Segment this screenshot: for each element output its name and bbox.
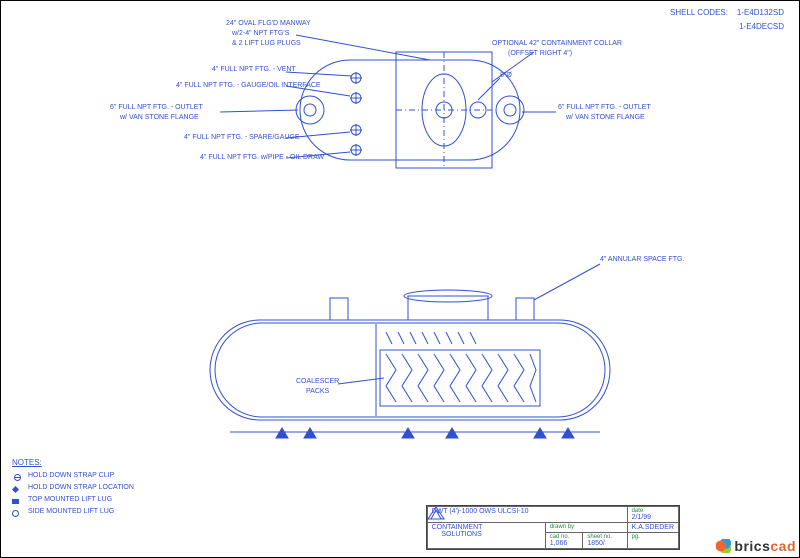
app-brand: bricscad	[714, 538, 796, 554]
callout-packs-1: COALESCER	[296, 378, 339, 385]
tb-date: 2/1/99	[632, 514, 674, 521]
callout-8dia: 8"Ø	[500, 72, 512, 79]
tb-sheet: 1850/	[587, 540, 622, 547]
callout-vent: 4" FULL NPT FTG. - VENT	[212, 66, 296, 73]
tb-company-2: SOLUTIONS	[441, 531, 481, 538]
callout-outlet-left: 6" FULL NPT FTG. - OUTLET	[110, 104, 203, 111]
tb-cad: 1,066	[550, 540, 579, 547]
legend-clip-icon	[14, 474, 21, 481]
callout-collar-1: OPTIONAL 42" CONTAINMENT COLLAR	[492, 40, 622, 47]
callout-collar-2: (OFFSET RIGHT 4")	[508, 50, 572, 57]
tb-title: DWT (4')-1000 OWS ULCSI-10	[432, 508, 529, 515]
tb-drawn: K.A.SDEDER	[632, 524, 674, 531]
tb-drawn-lbl: drawn by	[550, 524, 623, 530]
note-1: HOLD DOWN STRAP CLIP	[28, 472, 114, 479]
callout-outlet-right: 6" FULL NPT FTG. - OUTLET	[558, 104, 651, 111]
shell-code-2: 1-E4DECSD	[739, 22, 784, 31]
callout-vanstone-left: w/ VAN STONE FLANGE	[120, 114, 199, 121]
callout-manway-2: w/2-4" NPT FTG'S	[232, 30, 289, 37]
note-2: HOLD DOWN STRAP LOCATION	[28, 484, 134, 491]
shell-codes-label: SHELL CODES:	[670, 8, 728, 17]
tb-company-1: CONTAINMENT	[432, 524, 483, 531]
titleblock: DWT (4')-1000 OWS ULCSI-10 date2/1/99 CO…	[426, 505, 680, 550]
callout-vanstone-right: w/ VAN STONE FLANGE	[566, 114, 645, 121]
callout-packs-2: PACKS	[306, 388, 329, 395]
callout-manway-1: 24" OVAL FLG'D MANWAY	[226, 20, 311, 27]
legend-toplug-icon	[12, 498, 19, 505]
callout-oildraw: 4" FULL NPT FTG. w/PIPE - OIL DRAW	[200, 154, 324, 161]
shell-code-1: 1-E4D132SD	[737, 8, 784, 17]
callout-manway-3: & 2 LIFT LUG PLUGS	[232, 40, 301, 47]
legend-sidelug-icon	[12, 510, 19, 517]
drawing-canvas	[0, 0, 800, 558]
callout-annular: 4" ANNULAR SPACE FTG.	[600, 256, 684, 263]
notes-title: NOTES:	[12, 458, 42, 467]
brand-motif-icon	[716, 539, 732, 553]
legend-strap-icon	[12, 486, 19, 493]
callout-interface: 4" FULL NPT FTG. - GAUGE/OIL INTERFACE	[176, 82, 321, 89]
tb-page-lbl: pg.	[632, 534, 674, 540]
note-3: TOP MOUNTED LIFT LUG	[28, 496, 112, 503]
company-logo-icon	[427, 506, 445, 520]
note-4: SIDE MOUNTED LIFT LUG	[28, 508, 114, 515]
callout-gauge: 4" FULL NPT FTG. - SPARE/GAUGE	[184, 134, 300, 141]
